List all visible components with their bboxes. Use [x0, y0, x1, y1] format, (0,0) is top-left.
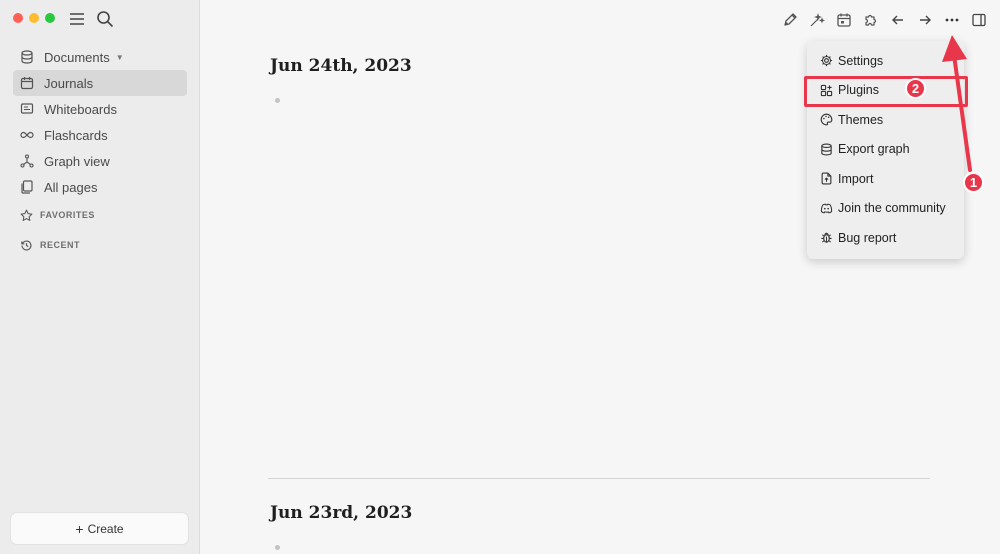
puzzle-icon	[864, 14, 876, 26]
today-button[interactable]	[834, 10, 853, 29]
top-toolbar	[780, 10, 988, 29]
sidebar-item-all-pages[interactable]: All pages	[13, 174, 187, 200]
sidebar-item-label: Journals	[44, 75, 94, 91]
menu-item-label: Settings	[838, 53, 884, 68]
calendar-icon	[20, 77, 34, 90]
menu-item-label: Import	[838, 171, 874, 186]
wand-icon	[810, 12, 825, 26]
pen-icon	[783, 12, 797, 26]
gear-icon	[820, 55, 833, 67]
sidebar-section-recent[interactable]: RECENT	[13, 230, 187, 260]
highlight-button[interactable]	[807, 10, 826, 29]
plugins-highlight-box	[804, 76, 968, 107]
file-import-icon	[821, 172, 832, 185]
plugins-button[interactable]	[861, 10, 880, 29]
sidebar-item-whiteboards[interactable]: Whiteboards	[13, 96, 187, 122]
calendar-icon	[836, 13, 851, 27]
menu-item-themes[interactable]: Themes	[807, 105, 964, 135]
menu-item-label: Join the community	[838, 201, 946, 216]
plus-icon: +	[75, 520, 84, 537]
menu-icon[interactable]	[68, 10, 86, 28]
left-sidebar: Documents ▼ Journals Whiteboards Flashca…	[0, 0, 200, 554]
menu-item-label: Themes	[838, 112, 884, 127]
more-button[interactable]	[942, 10, 961, 29]
create-button[interactable]: + Create	[11, 513, 188, 544]
sidebar-item-documents[interactable]: Documents ▼	[13, 44, 187, 70]
window-controls	[13, 13, 55, 23]
maximize-window-button[interactable]	[45, 13, 55, 23]
menu-item-import[interactable]: Import	[807, 164, 964, 194]
search-icon[interactable]	[96, 10, 114, 28]
chevron-down-icon[interactable]: ▼	[116, 53, 124, 62]
sidebar-item-graph-view[interactable]: Graph view	[13, 148, 187, 174]
sidebar-item-label: Whiteboards	[44, 101, 117, 117]
discord-icon	[820, 203, 833, 214]
more-icon	[945, 18, 958, 21]
step-badge-1: 1	[963, 172, 984, 193]
sidebar-item-flashcards[interactable]: Flashcards	[13, 122, 187, 148]
minimize-window-button[interactable]	[29, 13, 39, 23]
database-icon	[21, 50, 33, 64]
menu-item-export-graph[interactable]: Export graph	[807, 135, 964, 165]
sidebar-item-journals[interactable]: Journals	[13, 70, 187, 96]
sidebar-item-label: Flashcards	[44, 127, 108, 143]
back-button[interactable]	[888, 10, 907, 29]
sidebar-item-label: All pages	[44, 179, 98, 195]
sidebar-item-label: Documents	[44, 49, 110, 65]
section-label: RECENT	[40, 240, 81, 250]
star-icon	[20, 209, 33, 221]
menu-item-join-community[interactable]: Join the community	[807, 194, 964, 224]
database-icon	[821, 143, 832, 156]
step-badge-2: 2	[905, 78, 926, 99]
menu-item-label: Bug report	[838, 230, 897, 245]
journal-divider	[268, 478, 930, 479]
toggle-right-sidebar-button[interactable]	[969, 10, 988, 29]
graph-icon	[20, 154, 34, 168]
history-icon	[21, 239, 32, 250]
journal-title[interactable]: Jun 23rd, 2023	[270, 503, 412, 523]
menu-item-settings[interactable]: Settings	[807, 46, 964, 76]
forward-button[interactable]	[915, 10, 934, 29]
arrow-left-icon	[891, 15, 903, 24]
infinity-icon	[20, 131, 34, 139]
close-window-button[interactable]	[13, 13, 23, 23]
create-label: Create	[87, 521, 124, 536]
sidebar-right-icon	[971, 13, 986, 26]
palette-icon	[820, 113, 833, 126]
sidebar-item-label: Graph view	[44, 153, 110, 169]
section-label: FAVORITES	[40, 210, 95, 220]
bug-icon	[821, 233, 832, 243]
more-menu: Settings Plugins Themes Export graph Imp…	[807, 41, 964, 259]
arrow-right-icon	[919, 15, 931, 24]
block-bullet[interactable]	[275, 545, 280, 550]
menu-item-bug-report[interactable]: Bug report	[807, 223, 964, 253]
pages-icon	[21, 180, 33, 194]
draw-button[interactable]	[780, 10, 799, 29]
block-bullet[interactable]	[275, 98, 280, 103]
sidebar-section-favorites[interactable]: FAVORITES	[13, 200, 187, 230]
menu-item-label: Export graph	[838, 142, 910, 157]
whiteboard-icon	[20, 103, 34, 114]
journal-title[interactable]: Jun 24th, 2023	[270, 56, 412, 76]
